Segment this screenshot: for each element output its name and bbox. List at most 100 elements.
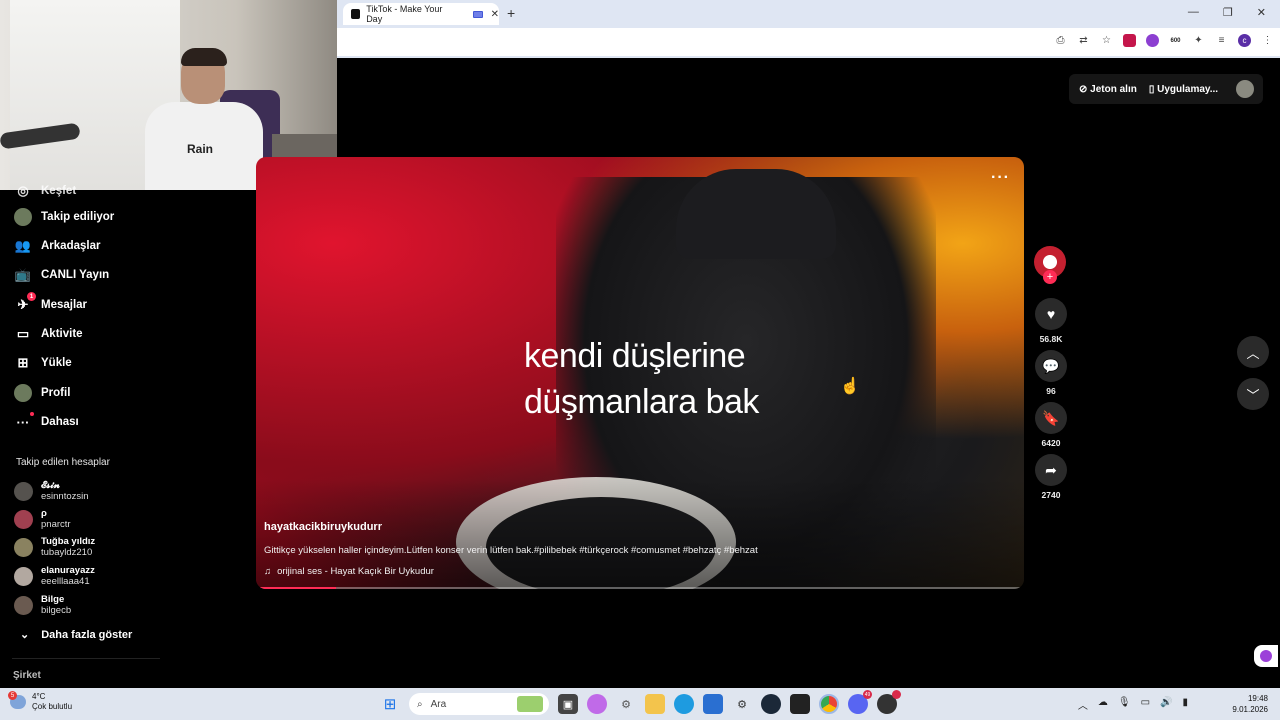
get-app-button[interactable]: ▯ Uygulamay...	[1149, 84, 1218, 95]
video-sound[interactable]: ♫ orijinal ses - Hayat Kaçık Bir Uykudur	[264, 566, 434, 577]
comment-button[interactable]: 💬 96	[1032, 350, 1070, 396]
bookmark-star-icon[interactable]: ☆	[1100, 34, 1113, 47]
avatar	[14, 566, 33, 586]
minimize-icon[interactable]: —	[1188, 6, 1199, 19]
windows-taskbar: 5 4°C Çok bulutlu ⊞ ⌕ Ara ▣ ⚙ ⚙ 49 ︿ ☁ 🎙 ▭…	[0, 688, 1280, 720]
follow-plus-icon[interactable]: +	[1043, 270, 1057, 284]
sidebar-item-more[interactable]: ··· Dahası	[14, 412, 79, 431]
network-icon[interactable]: ▭	[1141, 697, 1150, 712]
share-arrow-icon: ➦	[1035, 454, 1067, 486]
browser-tab[interactable]: TikTok - Make Your Day ✕	[343, 3, 499, 25]
task-view-icon[interactable]: ▣	[558, 694, 578, 714]
account-username: pnarctr	[41, 519, 71, 530]
store-icon[interactable]	[703, 694, 723, 714]
chrome-browser-icon[interactable]	[819, 694, 839, 714]
account-name: Tuğba yıldız	[41, 536, 96, 547]
comment-icon: 💬	[1035, 350, 1067, 382]
activity-icon: ▭	[16, 326, 30, 341]
cloud-sync-icon[interactable]: ☁	[1098, 697, 1108, 712]
media-control-icon[interactable]: ≡	[1215, 34, 1228, 47]
following-account[interactable]: Tuğba yıldız tubayldz210	[14, 536, 95, 558]
new-tab-button[interactable]: +	[507, 5, 515, 21]
tray-chevron-up-icon[interactable]: ︿	[1078, 697, 1088, 712]
microphone-icon[interactable]: 🎙	[1118, 697, 1131, 712]
translate-icon[interactable]: ⇄	[1077, 34, 1090, 47]
edge-browser-icon[interactable]	[674, 694, 694, 714]
video-progress-bar[interactable]	[260, 587, 1020, 589]
install-app-icon[interactable]: ⎙	[1054, 34, 1067, 47]
battery-icon[interactable]: ▮	[1182, 697, 1188, 712]
extension-floating-icon	[1260, 650, 1272, 662]
share-button[interactable]: ➦ 2740	[1032, 454, 1070, 500]
menu-dots-icon[interactable]: ⋮	[1261, 34, 1274, 47]
sidebar-item-live[interactable]: 📺 CANLI Yayın	[14, 266, 109, 284]
next-video-button[interactable]: ﹀	[1237, 378, 1269, 410]
settings-app-icon[interactable]: ⚙	[732, 694, 752, 714]
like-button[interactable]: ♥ 56.8K	[1032, 298, 1070, 344]
save-button[interactable]: 🔖 6420	[1032, 402, 1070, 448]
settings-gear-icon[interactable]: ⚙	[616, 694, 636, 714]
terminal-icon[interactable]	[790, 694, 810, 714]
sidebar-item-friends[interactable]: 👥 Arkadaşlar	[14, 237, 101, 255]
mouse-cursor-icon: ☝	[840, 378, 860, 395]
copilot-icon[interactable]	[587, 694, 607, 714]
following-account[interactable]: Bilge bilgecb	[14, 594, 71, 616]
taskbar-search[interactable]: ⌕ Ara	[409, 693, 549, 715]
following-account[interactable]: 𝓔𝓼𝓲𝓷 esinntozsin	[14, 480, 89, 502]
upload-icon: ⊞	[17, 355, 29, 370]
sidebar-item-upload[interactable]: ⊞ Yükle	[14, 354, 72, 372]
taskbar-apps: ⊞ ⌕ Ara ▣ ⚙ ⚙ 49	[380, 690, 901, 715]
company-link[interactable]: Şirket	[13, 670, 41, 681]
avatar	[14, 481, 33, 501]
clock-time: 19:48	[1247, 694, 1268, 703]
compass-icon: ◎	[17, 183, 29, 198]
search-placeholder: Ara	[430, 698, 447, 710]
sidebar-item-profile[interactable]: Profil	[14, 384, 70, 402]
file-explorer-icon[interactable]	[645, 694, 665, 714]
extension-counter-icon[interactable]: 600	[1169, 34, 1182, 47]
sidebar-item-explore[interactable]: ◎ Keşfet	[14, 182, 76, 200]
windows-start-icon[interactable]: ⊞	[380, 694, 400, 714]
close-window-icon[interactable]: ✕	[1257, 6, 1266, 19]
sidebar-item-following[interactable]: Takip ediliyor	[14, 208, 114, 226]
extension-purple-icon[interactable]	[1146, 34, 1159, 47]
game-app-badge	[892, 690, 901, 699]
video-more-options-icon[interactable]: ···	[991, 169, 1010, 187]
profile-avatar[interactable]: c	[1238, 34, 1251, 47]
sidebar-item-label: Yükle	[41, 357, 72, 369]
restore-icon[interactable]: ❐	[1223, 6, 1233, 19]
volume-icon[interactable]: 🔊	[1160, 697, 1172, 712]
previous-video-button[interactable]: ︿	[1237, 336, 1269, 368]
window-controls: — ❐ ✕	[1188, 6, 1266, 19]
steam-icon[interactable]	[761, 694, 781, 714]
account-username: bilgecb	[41, 605, 72, 616]
user-avatar[interactable]	[1236, 80, 1255, 98]
close-tab-icon[interactable]: ✕	[491, 9, 499, 20]
following-account[interactable]: ρ pnarctr	[14, 508, 71, 530]
game-app-icon[interactable]	[877, 690, 901, 714]
shirt-text: Rain	[187, 142, 214, 156]
get-coins-button[interactable]: ⊘ Jeton alın	[1079, 84, 1137, 95]
caption-line-2: düşmanlara bak	[524, 383, 759, 421]
search-highlight-icon	[517, 696, 543, 712]
webcam-hair	[181, 48, 227, 66]
sidebar-item-activity[interactable]: ▭ Aktivite	[14, 325, 83, 343]
video-author[interactable]: hayatkacikbiruykudurr	[264, 521, 382, 533]
extensions-puzzle-icon[interactable]: ✦	[1192, 34, 1205, 47]
sidebar-item-label: Dahası	[41, 416, 79, 428]
video-caption: kendi düşlerine düşmanlara bak	[524, 333, 759, 425]
extension-red-icon[interactable]	[1123, 34, 1136, 47]
show-more-button[interactable]: ⌄ Daha fazla göster	[20, 628, 133, 642]
caption-line-1: kendi düşlerine	[524, 337, 746, 375]
video-player[interactable]: kendi düşlerine düşmanlara bak ··· hayat…	[256, 157, 1024, 589]
get-app-label: Uygulamay...	[1157, 83, 1219, 95]
sidebar-item-label: CANLI Yayın	[41, 269, 110, 281]
toolbar-icons: ⎙ ⇄ ☆ 600 ✦ ≡ c ⋮	[1054, 34, 1274, 47]
weather-widget[interactable]: 5 4°C Çok bulutlu	[8, 691, 72, 712]
floating-extension-button[interactable]	[1254, 645, 1278, 667]
following-account[interactable]: elanurayazz eeelllaaa41	[14, 565, 95, 587]
show-more-label: Daha fazla göster	[41, 628, 133, 641]
sidebar-item-messages[interactable]: ✈ 1 Mesajlar	[14, 292, 87, 314]
discord-icon[interactable]: 49	[848, 690, 872, 714]
taskbar-clock[interactable]: 19:48 9.01.2026	[1232, 693, 1268, 715]
